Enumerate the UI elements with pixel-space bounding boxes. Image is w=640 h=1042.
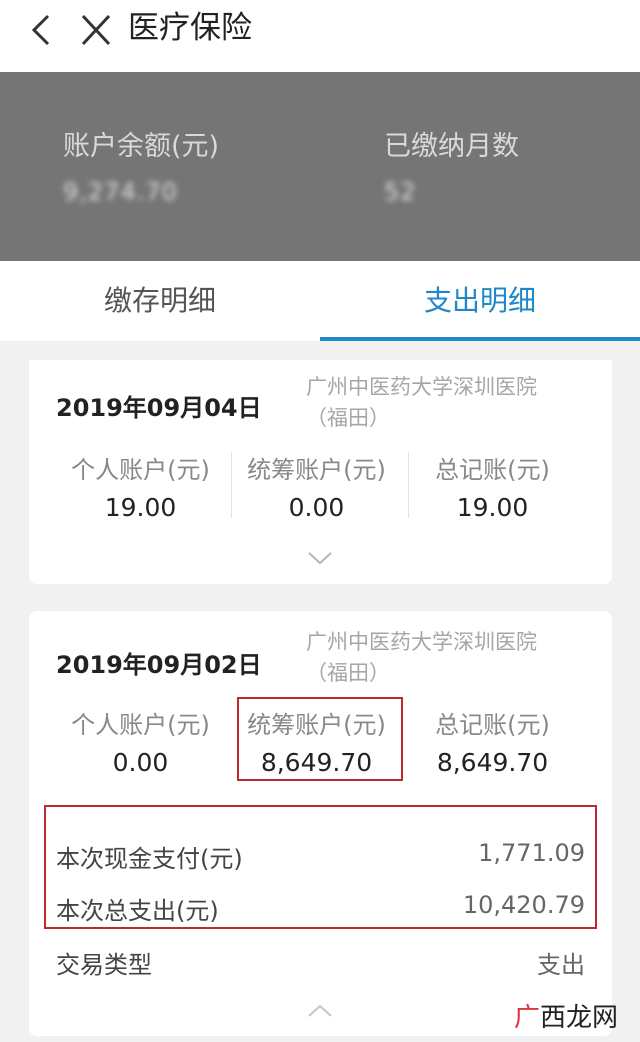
back-arrow-icon[interactable] [26, 10, 58, 50]
watermark: 广西龙网 [514, 997, 618, 1034]
transaction-type-value: 支出 [537, 951, 585, 979]
personal-account-label: 个人账户(元) [71, 456, 210, 484]
record-date: 2019年09月04日 [56, 394, 262, 422]
hospital-name: 广州中医药大学深圳医院（福田） [306, 630, 537, 685]
total-charged-value: 8,649.70 [436, 748, 549, 777]
active-tab-indicator [320, 337, 640, 341]
watermark-text: 西龙网 [540, 1003, 619, 1033]
tab-deposit-details[interactable]: 缴存明细 [0, 261, 320, 341]
highlight-payment-summary [44, 805, 597, 929]
hospital-name: 广州中医药大学深圳医院（福田） [306, 375, 537, 430]
page-title: 医疗保险 [128, 10, 252, 46]
pooled-account-column: 统筹账户(元) 0.00 [229, 450, 404, 522]
tab-expense-details[interactable]: 支出明细 [320, 261, 640, 341]
transaction-type-label: 交易类型 [56, 951, 152, 979]
total-charged-column: 总记账(元) 19.00 [405, 450, 580, 522]
expense-record-card[interactable]: 2019年09月04日 广州中医药大学深圳医院（福田） 个人账户(元) 19.0… [29, 360, 612, 584]
personal-account-column: 个人账户(元) 19.00 [53, 450, 228, 522]
chevron-down-icon[interactable] [306, 548, 334, 568]
personal-account-value: 0.00 [112, 748, 169, 777]
pooled-account-label: 统筹账户(元) [247, 456, 386, 484]
total-charged-label: 总记账(元) [435, 456, 550, 484]
total-charged-label: 总记账(元) [435, 711, 550, 739]
pooled-account-value: 0.00 [288, 493, 345, 522]
account-summary: 账户余额(元) 9,274.70 已缴纳月数 52 [0, 72, 640, 261]
months-paid-value: 52 [384, 178, 417, 206]
highlight-pooled-account [237, 697, 403, 781]
balance-label: 账户余额(元) [63, 131, 220, 162]
personal-account-value: 19.00 [104, 493, 177, 522]
total-charged-value: 19.00 [456, 493, 529, 522]
record-date: 2019年09月02日 [56, 651, 262, 679]
close-icon[interactable] [78, 10, 114, 50]
months-paid-label: 已缴纳月数 [384, 131, 519, 162]
watermark-char: 广 [514, 1003, 541, 1033]
personal-account-label: 个人账户(元) [71, 711, 210, 739]
chevron-up-icon[interactable] [306, 1001, 334, 1021]
total-charged-column: 总记账(元) 8,649.70 [405, 705, 580, 777]
tab-bar: 缴存明细 支出明细 [0, 261, 640, 341]
balance-value: 9,274.70 [63, 178, 178, 206]
personal-account-column: 个人账户(元) 0.00 [53, 705, 228, 777]
expense-record-card[interactable]: 2019年09月02日 广州中医药大学深圳医院（福田） 个人账户(元) 0.00… [29, 611, 612, 1036]
top-bar: 医疗保险 [0, 0, 640, 72]
